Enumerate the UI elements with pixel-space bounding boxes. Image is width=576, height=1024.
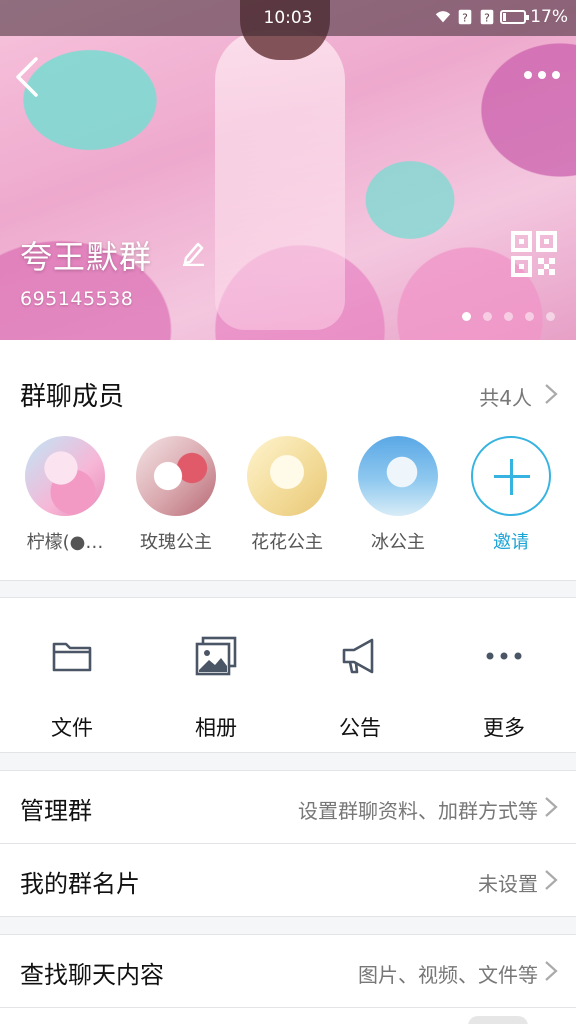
- status-icons: ? ? 17%: [434, 7, 568, 27]
- row-value: 设置群聊资料、加群方式等: [298, 799, 538, 823]
- invite-member-button[interactable]: 邀请: [456, 436, 566, 554]
- row-title: 我的群名片: [20, 870, 140, 898]
- back-button[interactable]: [10, 55, 46, 99]
- action-label: 文件: [51, 716, 93, 740]
- action-label: 更多: [483, 716, 525, 740]
- more-dots-icon: [486, 652, 522, 660]
- member-item[interactable]: 冰公主: [343, 436, 453, 554]
- pencil-icon[interactable]: [180, 238, 206, 266]
- photo-album-icon: [195, 636, 237, 676]
- toggle-switch[interactable]: [468, 1016, 528, 1024]
- member-name: 花花公主: [251, 532, 323, 553]
- member-list: 柠檬(●… 玫瑰公主 花花公主 冰公主 邀请: [0, 436, 576, 566]
- battery-percent: 17%: [530, 7, 568, 27]
- plus-icon[interactable]: [471, 436, 551, 516]
- avatar[interactable]: [247, 436, 327, 516]
- member-item[interactable]: 柠檬(●…: [10, 436, 120, 554]
- members-section: 群聊成员 共4人 柠檬(●… 玫瑰公主 花花公主 冰公主 邀请: [0, 340, 576, 580]
- album-action[interactable]: 相册: [144, 634, 288, 742]
- files-action[interactable]: 文件: [0, 634, 144, 742]
- svg-text:?: ?: [462, 12, 468, 25]
- row-value: 图片、视频、文件等: [358, 963, 538, 987]
- search-chat-row[interactable]: 查找聊天内容 图片、视频、文件等: [0, 935, 576, 1007]
- action-label: 相册: [195, 716, 237, 740]
- page-dot: [462, 312, 471, 321]
- chevron-right-icon[interactable]: [544, 383, 558, 405]
- member-name: 冰公主: [371, 532, 425, 553]
- avatar[interactable]: [25, 436, 105, 516]
- group-id: 695145538: [20, 288, 134, 310]
- page-dot: [525, 312, 534, 321]
- section-divider: [0, 752, 576, 753]
- signal-no-sim-icon: ?: [458, 9, 472, 25]
- member-name: 玫瑰公主: [140, 532, 212, 553]
- status-bar: 10:03 ? ? 17%: [0, 0, 576, 36]
- action-label: 公告: [339, 716, 381, 740]
- members-title: 群聊成员: [20, 382, 125, 412]
- battery-level: [503, 13, 507, 21]
- battery-icon: [500, 10, 530, 24]
- chevron-right-icon: [545, 961, 558, 981]
- more-button[interactable]: [522, 60, 562, 90]
- row-value: 未设置: [478, 872, 538, 896]
- page-dot: [546, 312, 555, 321]
- members-count-link[interactable]: 共4人: [479, 382, 532, 411]
- group-name[interactable]: 夸王默群: [20, 232, 152, 278]
- quick-actions: 文件 相册 公告 更多: [0, 598, 576, 752]
- page-dot: [483, 312, 492, 321]
- chevron-right-icon: [545, 797, 558, 817]
- member-name: 柠檬(●…: [26, 532, 104, 553]
- signal-no-sim-icon: ?: [480, 9, 494, 25]
- manage-group-row[interactable]: 管理群 设置群聊资料、加群方式等: [0, 771, 576, 843]
- page-dot: [504, 312, 513, 321]
- folder-icon: [52, 642, 92, 672]
- megaphone-icon: [342, 638, 374, 674]
- wifi-icon: [436, 11, 451, 23]
- more-action[interactable]: 更多: [432, 634, 576, 742]
- qr-code-icon[interactable]: [510, 230, 558, 278]
- row-title: 查找聊天内容: [20, 961, 164, 989]
- cover-page-indicator: [462, 312, 555, 321]
- section-divider: [0, 916, 576, 917]
- avatar[interactable]: [136, 436, 216, 516]
- section-divider: [0, 580, 576, 581]
- avatar[interactable]: [358, 436, 438, 516]
- invite-label: 邀请: [493, 532, 529, 553]
- my-group-card-row[interactable]: 我的群名片 未设置: [0, 844, 576, 916]
- chevron-right-icon: [545, 870, 558, 890]
- announcement-action[interactable]: 公告: [288, 634, 432, 742]
- cover-figure: [215, 30, 345, 330]
- member-item[interactable]: 花花公主: [232, 436, 342, 554]
- row-title: 管理群: [20, 797, 92, 825]
- member-item[interactable]: 玫瑰公主: [121, 436, 231, 554]
- svg-text:?: ?: [484, 12, 490, 25]
